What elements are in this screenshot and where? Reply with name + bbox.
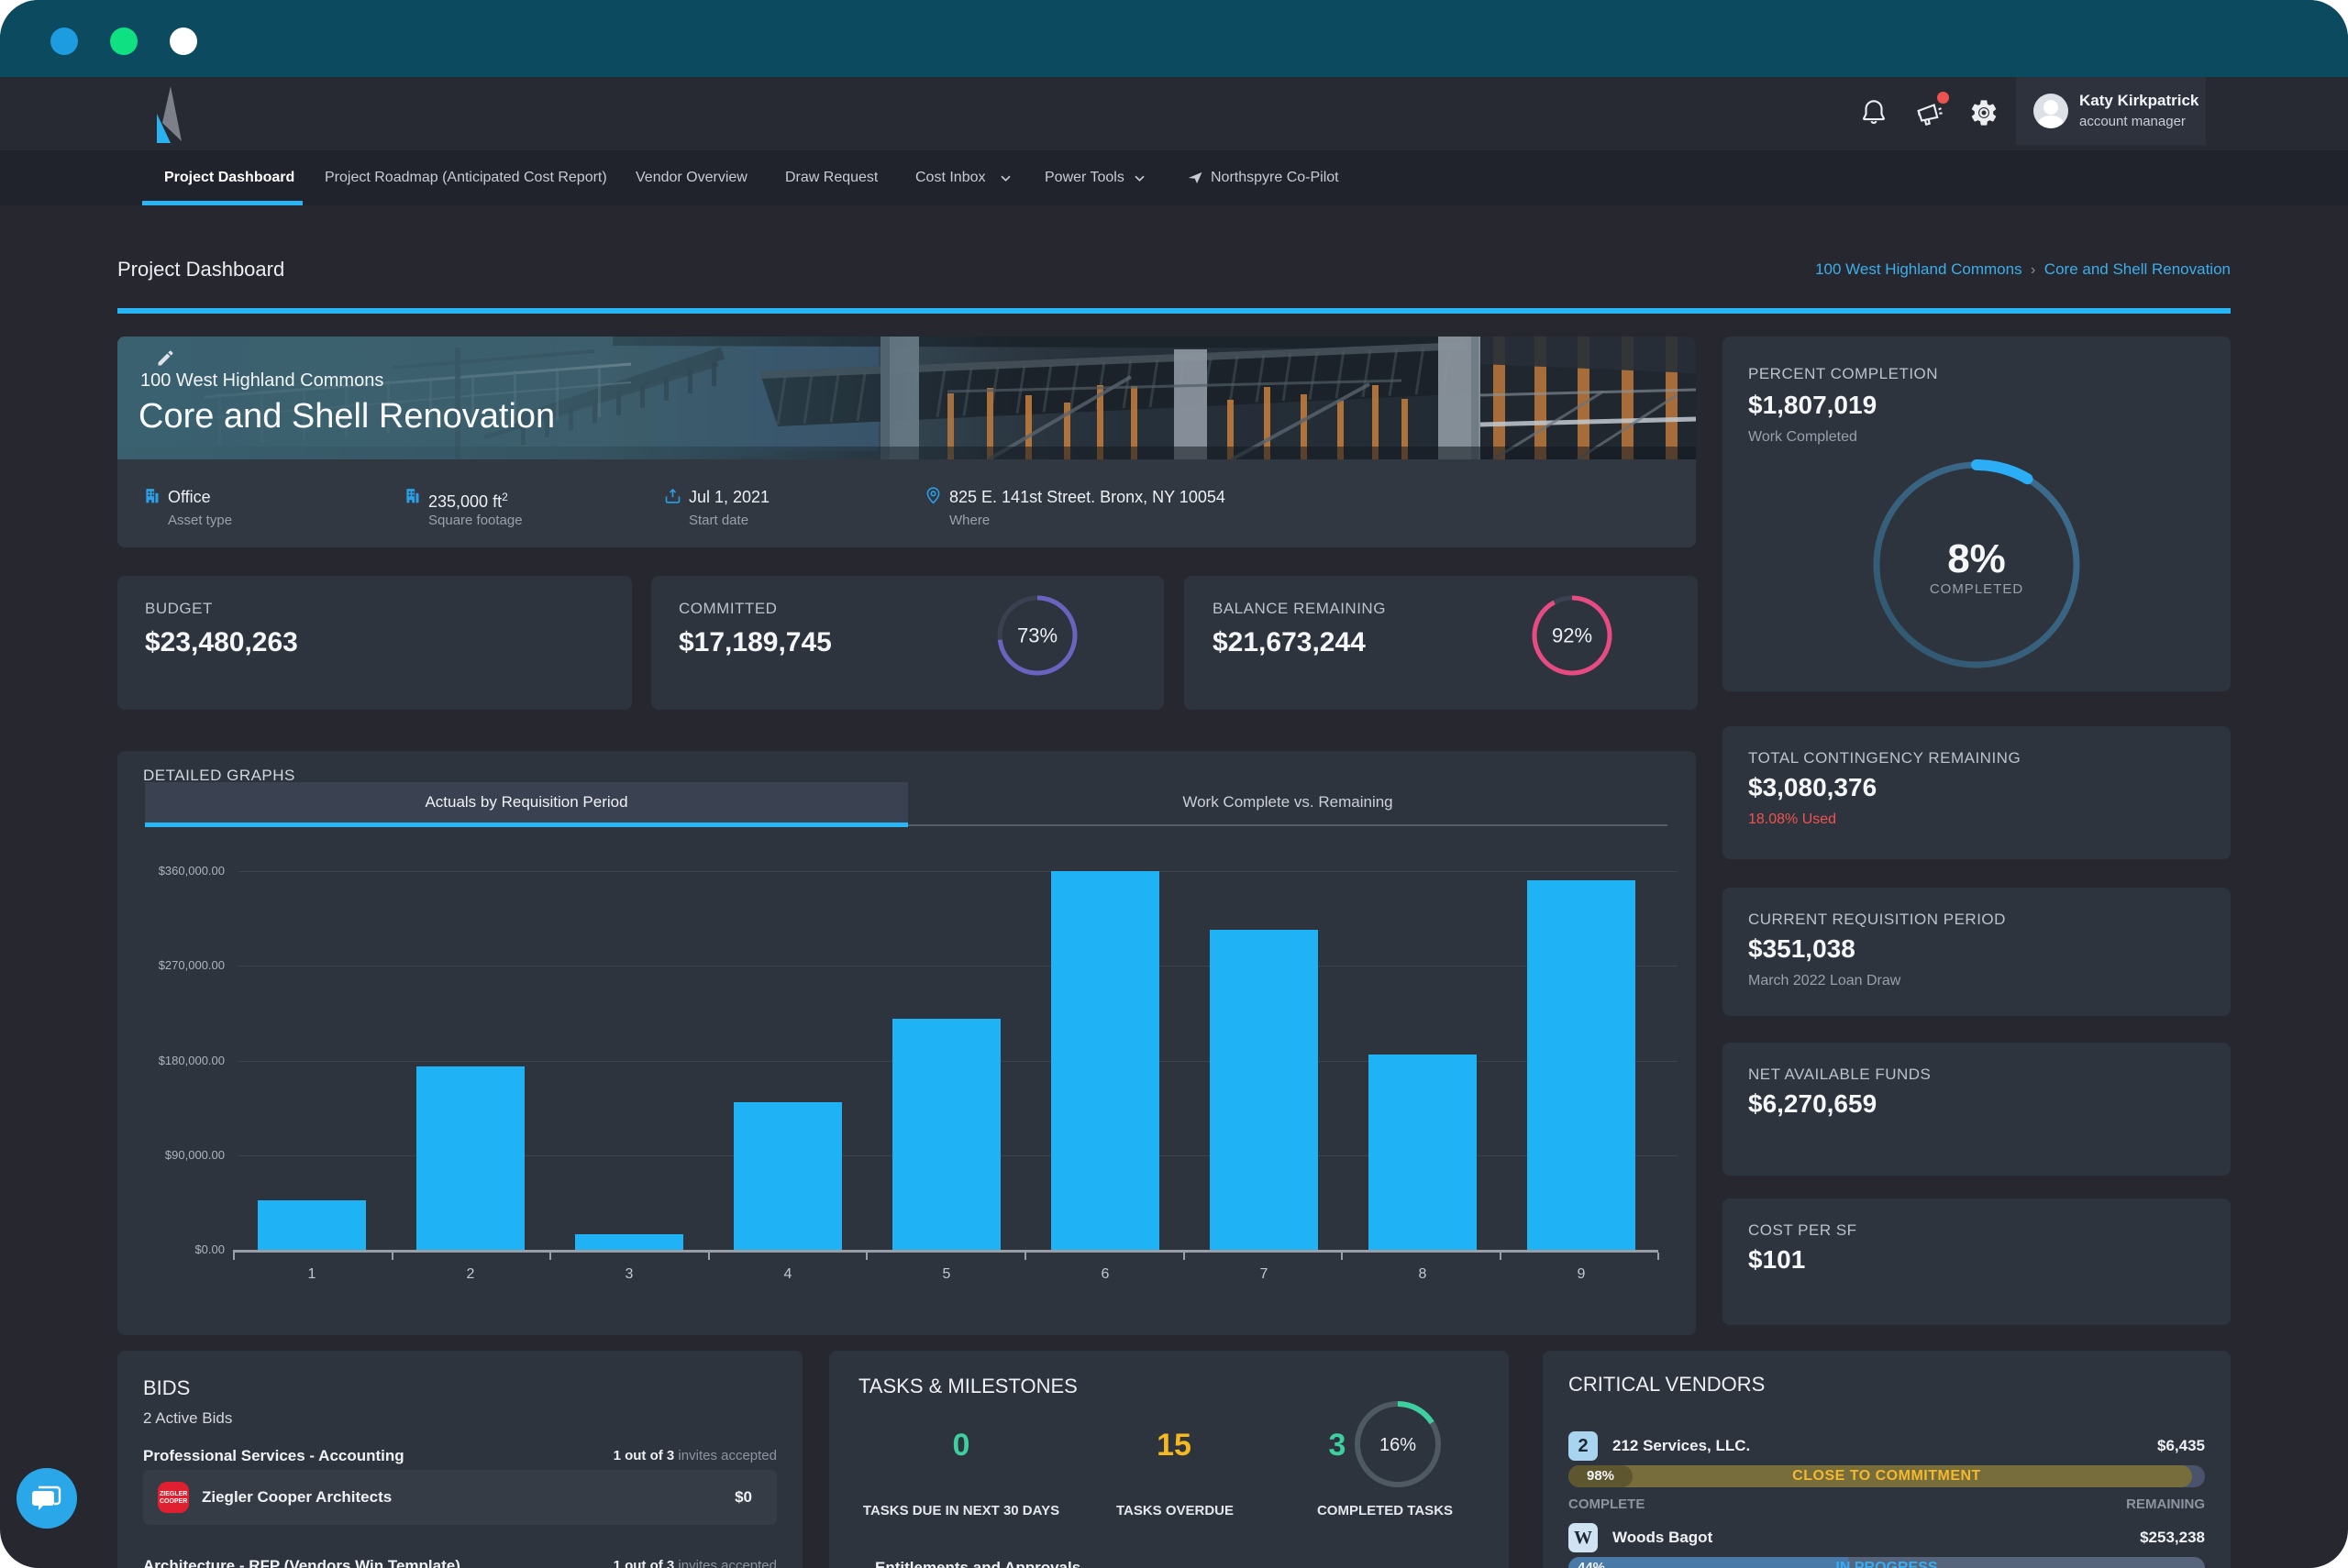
svg-text:73%: 73% (1017, 624, 1058, 647)
svg-text:92%: 92% (1552, 624, 1592, 647)
svg-text:16%: 16% (1379, 1435, 1416, 1455)
